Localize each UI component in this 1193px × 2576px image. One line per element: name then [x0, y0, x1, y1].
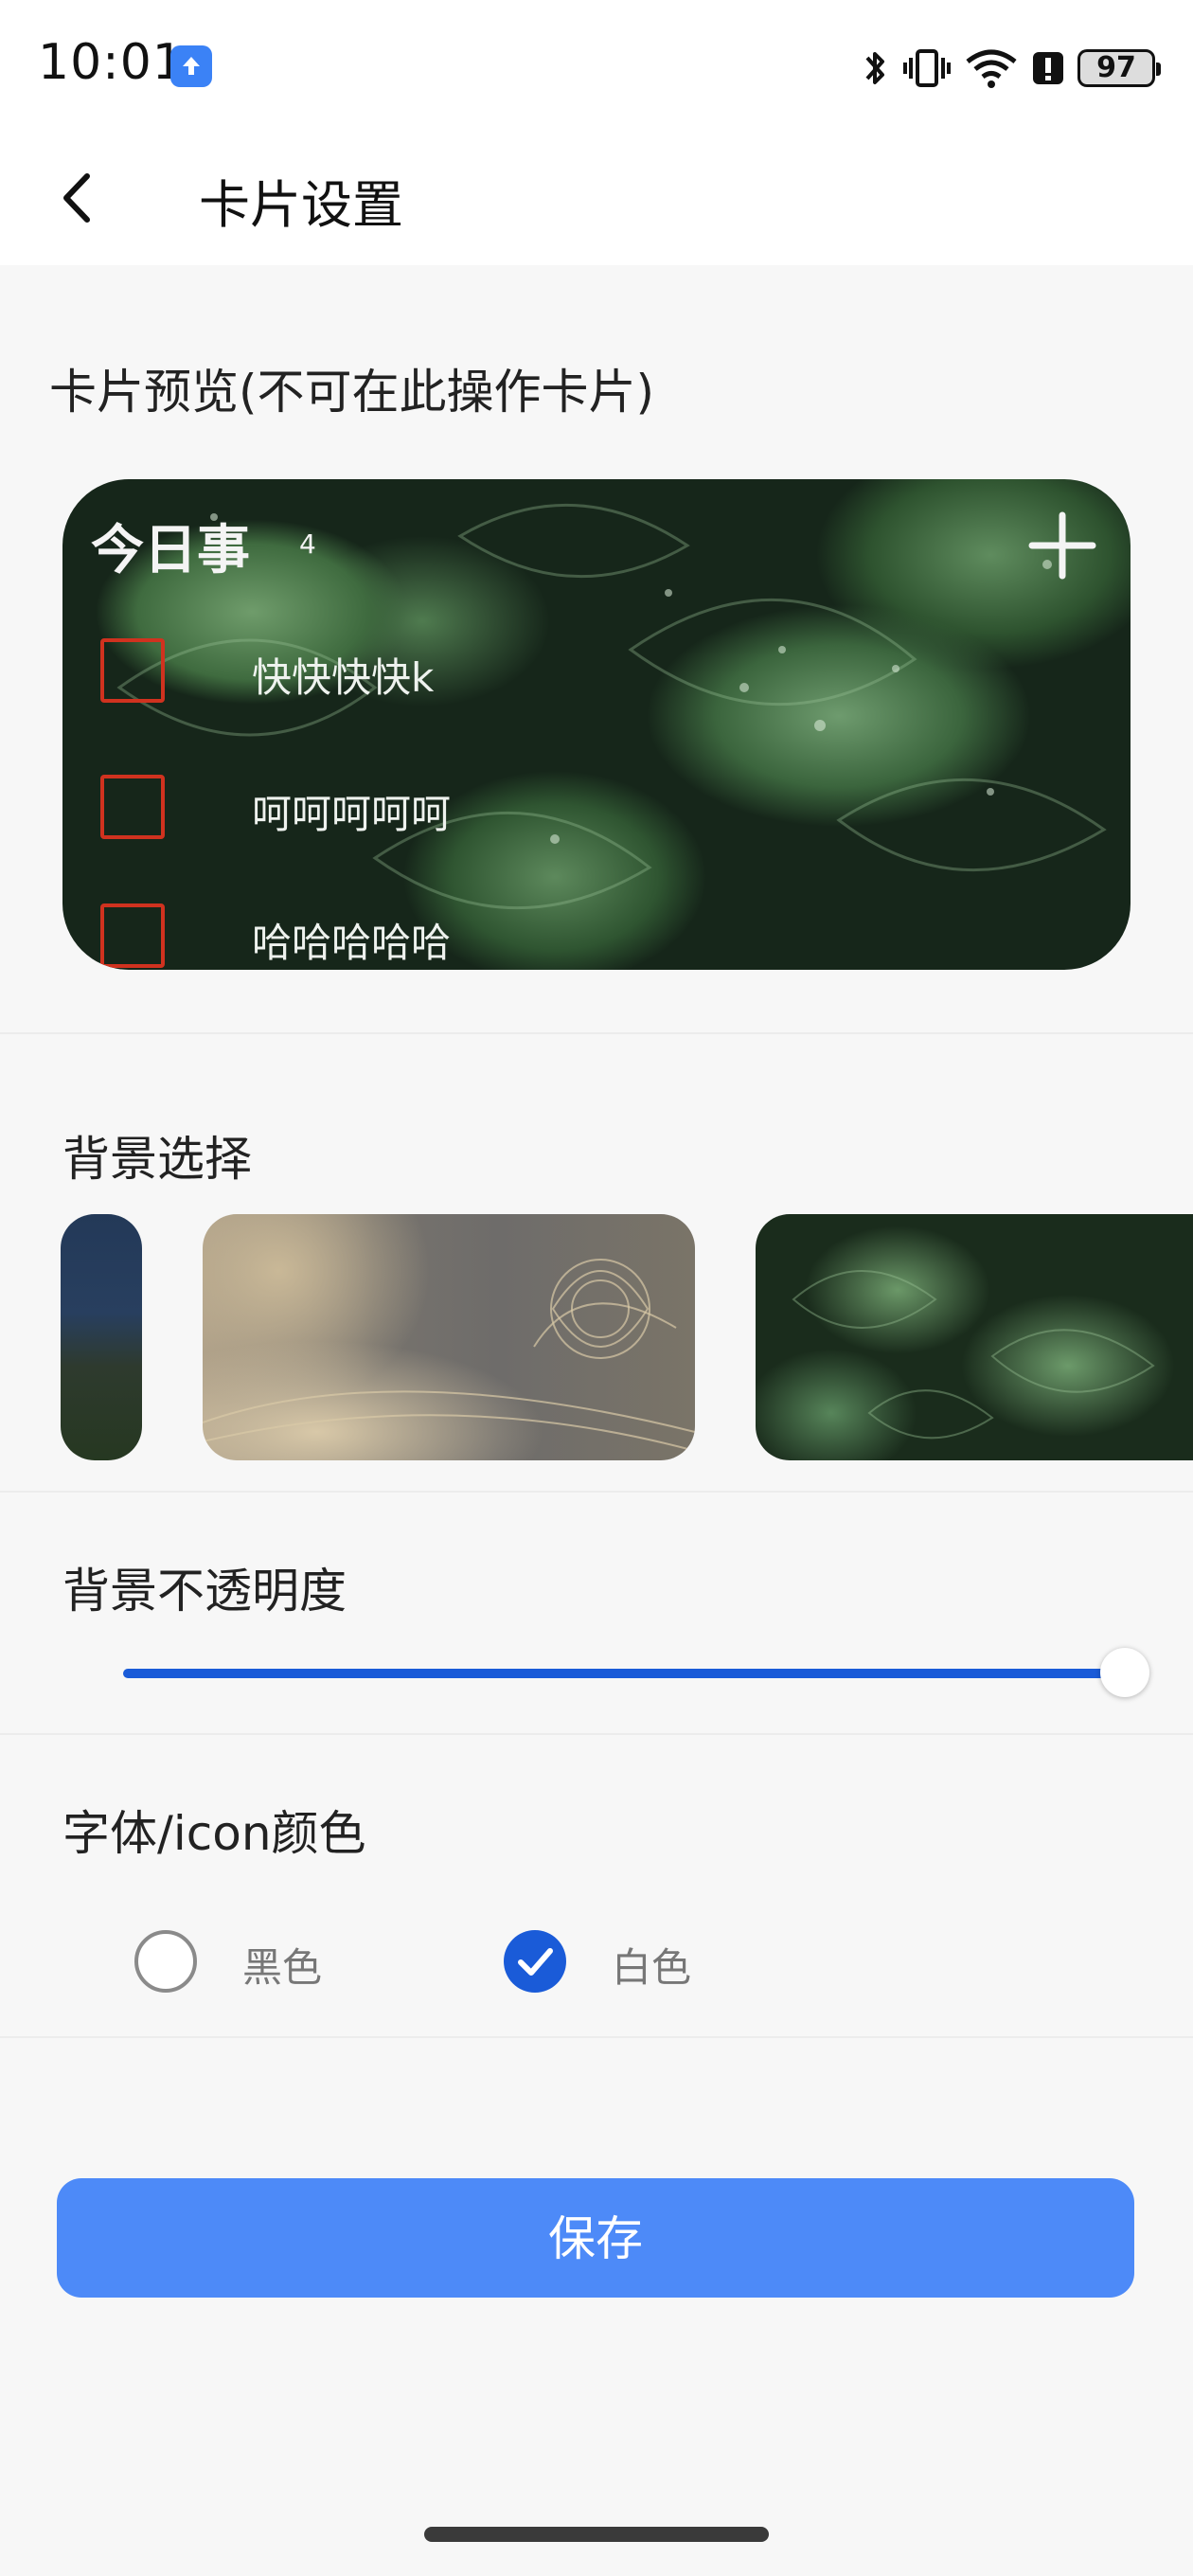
todo-item: 快快快快k — [100, 638, 953, 714]
todo-item: 哈哈哈哈哈 — [100, 903, 953, 970]
background-option-green-leaves[interactable] — [756, 1214, 1193, 1460]
app-header: 卡片设置 — [0, 133, 1193, 265]
background-option-gold-floral[interactable] — [203, 1214, 695, 1460]
radio-black[interactable] — [134, 1930, 197, 1993]
status-time: 10:01 — [38, 34, 185, 91]
status-bar: 10:01 97 — [0, 0, 1193, 133]
battery-icon: 97 — [1077, 49, 1161, 87]
leaf-pattern — [792, 1270, 1155, 1440]
floral-pattern — [203, 1259, 695, 1452]
bluetooth-icon — [865, 52, 884, 84]
divider — [0, 1491, 1193, 1493]
status-icons: 97 — [862, 42, 1161, 95]
app-upload-icon — [170, 45, 212, 87]
check-icon — [518, 1948, 553, 1976]
radio-white-label[interactable]: 白色 — [612, 1936, 691, 1994]
opacity-slider-thumb[interactable] — [1100, 1648, 1149, 1697]
todo-item: 呵呵呵呵呵 — [100, 775, 953, 850]
background-option-night-landscape[interactable] — [61, 1214, 142, 1460]
alert-icon — [1033, 52, 1063, 84]
chevron-left-icon — [63, 173, 90, 223]
todo-checkbox — [100, 903, 165, 968]
divider — [0, 2036, 1193, 2038]
back-button[interactable] — [47, 165, 114, 231]
radio-black-label[interactable]: 黑色 — [242, 1936, 322, 1994]
divider — [0, 1733, 1193, 1735]
divider — [0, 1032, 1193, 1034]
opacity-label: 背景不透明度 — [62, 1564, 347, 1619]
home-indicator[interactable] — [424, 2527, 769, 2542]
todo-checkbox — [100, 775, 165, 839]
background-label: 背景选择 — [62, 1132, 252, 1187]
preview-label: 卡片预览(不可在此操作卡片) — [49, 365, 655, 420]
widget-preview-card: 今日事 4 快快快快k 呵呵呵呵呵 哈哈哈哈哈 — [62, 479, 1131, 970]
todo-text: 哈哈哈哈哈 — [252, 920, 452, 966]
opacity-slider-track[interactable] — [123, 1669, 1127, 1678]
vibrate-icon — [903, 49, 951, 87]
wifi-6-icon — [966, 49, 1017, 88]
card-title: 今日事 — [91, 520, 250, 581]
todo-text: 快快快快k — [252, 654, 435, 701]
radio-white[interactable] — [504, 1930, 566, 1993]
save-button[interactable]: 保存 — [57, 2178, 1134, 2298]
card-count: 4 — [299, 528, 316, 560]
plus-icon — [1028, 511, 1096, 580]
page-title: 卡片设置 — [199, 175, 403, 235]
todo-checkbox — [100, 638, 165, 703]
todo-text: 呵呵呵呵呵 — [252, 791, 452, 837]
battery-level: 97 — [1096, 51, 1136, 84]
font-color-label: 字体/icon颜色 — [62, 1806, 366, 1861]
